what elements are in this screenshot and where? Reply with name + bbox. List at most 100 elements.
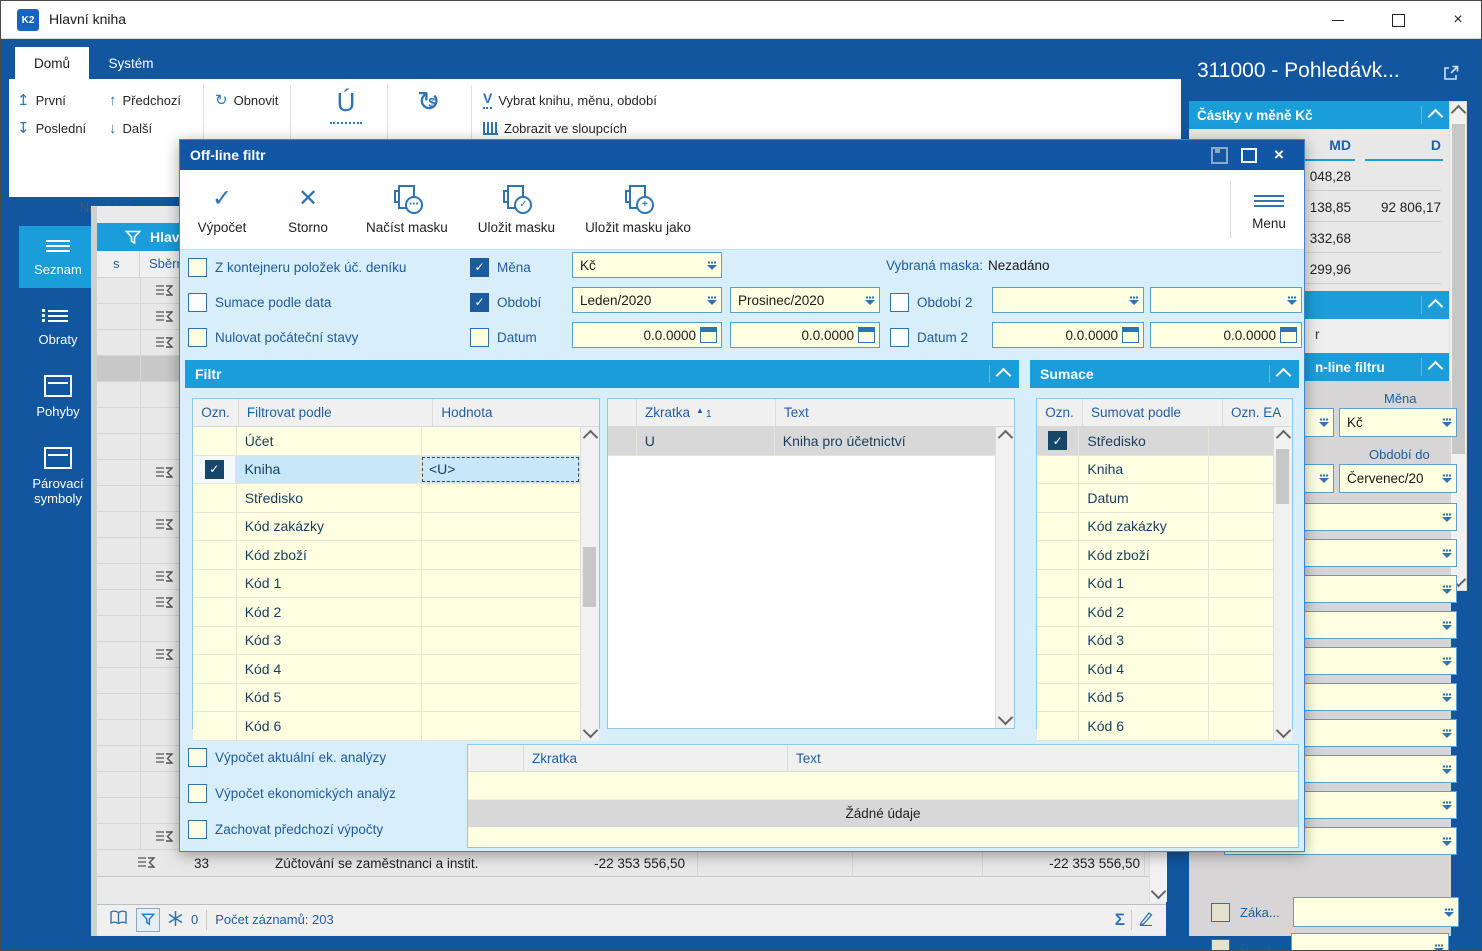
- collapse-chevron-icon[interactable]: [1428, 299, 1444, 315]
- grid-bottom-row[interactable]: 33 Zúčtování se zaměstnanci a instit. -2…: [97, 850, 1166, 877]
- collapse-chevron-icon[interactable]: [1428, 109, 1444, 125]
- ozn-cell[interactable]: [1037, 513, 1079, 541]
- ozn-ea-cell[interactable]: [1209, 570, 1273, 598]
- refresh-button[interactable]: ↻Obnovit: [215, 89, 278, 111]
- tab-home[interactable]: Domů: [15, 47, 89, 79]
- filter-row[interactable]: Kód 1: [193, 570, 580, 599]
- summation-row[interactable]: Kód zakázky: [1037, 513, 1273, 542]
- summation-row[interactable]: Kniha: [1037, 456, 1273, 485]
- ozn-ea-cell[interactable]: [1209, 513, 1273, 541]
- table-scrollbar[interactable]: [1273, 427, 1292, 741]
- customer-checkbox[interactable]: [1211, 903, 1230, 922]
- option-container-journal[interactable]: Z kontejneru položek úč. deníku: [188, 254, 406, 280]
- sum-by-cell[interactable]: Kód 4: [1079, 655, 1209, 683]
- summation-row[interactable]: Kód 3: [1037, 627, 1273, 656]
- currency-combo[interactable]: Kč: [1339, 408, 1457, 437]
- period2-to-combo[interactable]: [1150, 287, 1302, 313]
- summation-row[interactable]: Kód zboží: [1037, 541, 1273, 570]
- ozn-cell[interactable]: [1037, 684, 1079, 712]
- journal-checkbox[interactable]: [188, 258, 207, 277]
- sum-by-cell[interactable]: Kód zakázky: [1079, 513, 1209, 541]
- date2-option[interactable]: Datum 2: [890, 324, 968, 350]
- filter-row[interactable]: Účet: [193, 427, 580, 456]
- summation-row[interactable]: ✓Středisko: [1037, 427, 1273, 456]
- filter-row[interactable]: Kód 6: [193, 712, 580, 741]
- tab-system[interactable]: Systém: [89, 47, 173, 79]
- currency-combo[interactable]: Kč: [572, 252, 722, 278]
- calendar-icon[interactable]: [858, 327, 875, 343]
- ozn-cell[interactable]: [193, 712, 237, 740]
- ozn-ea-cell[interactable]: [1209, 684, 1273, 712]
- collapse-chevron-icon[interactable]: [1276, 368, 1292, 384]
- filter-by-cell[interactable]: Kód 3: [237, 627, 422, 655]
- currency-refresh-button[interactable]: ↻$: [417, 87, 447, 117]
- table-scrollbar[interactable]: [580, 427, 599, 741]
- ozn-cell[interactable]: [1037, 570, 1079, 598]
- scroll-thumb[interactable]: [1452, 124, 1465, 454]
- ozn-ea-cell[interactable]: [1209, 655, 1273, 683]
- sidebar-item-parovaci-symboly[interactable]: Párovací symboly: [19, 436, 97, 516]
- accounting-button[interactable]: Ú: [324, 87, 368, 124]
- scroll-down-arrow[interactable]: [1150, 884, 1167, 902]
- ozn-cell[interactable]: [193, 541, 237, 569]
- ozn-cell[interactable]: [1037, 712, 1079, 740]
- ozn-ea-cell[interactable]: [1209, 541, 1273, 569]
- date2-checkbox[interactable]: [890, 328, 909, 347]
- selector-cell[interactable]: [608, 427, 637, 455]
- ozn-cell[interactable]: [193, 655, 237, 683]
- ozn-cell[interactable]: [193, 570, 237, 598]
- dialog-close-button[interactable]: ×: [1264, 140, 1294, 170]
- column-header-ozn[interactable]: Ozn.: [1037, 399, 1083, 426]
- ozn-cell[interactable]: [193, 684, 237, 712]
- date-from-field[interactable]: 0.0.0000: [572, 322, 722, 348]
- current-analysis-checkbox[interactable]: [188, 748, 207, 767]
- filter-row[interactable]: Kód 3: [193, 627, 580, 656]
- option-economic-analysis[interactable]: Výpočet ekonomických analýz: [188, 780, 396, 806]
- summation-row[interactable]: Kód 5: [1037, 684, 1273, 713]
- filter-row[interactable]: Kód 2: [193, 598, 580, 627]
- filter-by-cell[interactable]: Kód 6: [237, 712, 422, 740]
- sum-by-cell[interactable]: Kód 1: [1079, 570, 1209, 598]
- filter-by-cell[interactable]: Kód 2: [237, 598, 422, 626]
- ozn-cell[interactable]: [1037, 484, 1079, 512]
- space-checkbox[interactable]: [1211, 939, 1230, 951]
- scroll-up-arrow[interactable]: [1450, 102, 1466, 120]
- external-link-icon[interactable]: [1443, 65, 1459, 86]
- ozn-cell[interactable]: ✓: [1037, 427, 1079, 455]
- filter-row[interactable]: Středisko: [193, 484, 580, 513]
- value-cell[interactable]: [422, 684, 580, 712]
- zkratka-cell[interactable]: U: [637, 427, 775, 455]
- summation-row[interactable]: Kód 4: [1037, 655, 1273, 684]
- checkbox-checked-icon[interactable]: ✓: [205, 460, 224, 479]
- ozn-ea-cell[interactable]: [1209, 598, 1273, 626]
- economic-analysis-checkbox[interactable]: [188, 784, 207, 803]
- table-scrollbar[interactable]: [995, 427, 1014, 728]
- period2-checkbox[interactable]: [890, 293, 909, 312]
- date2-to-field[interactable]: 0.0.0000: [1150, 322, 1302, 348]
- ozn-cell[interactable]: [193, 598, 237, 626]
- filter-by-cell[interactable]: Kód 1: [237, 570, 422, 598]
- filter-by-cell[interactable]: Kód zakázky: [237, 513, 422, 541]
- summation-row[interactable]: Kód 6: [1037, 712, 1273, 741]
- column-header-zkratka[interactable]: Zkratka▲1: [637, 399, 776, 426]
- period-to-combo[interactable]: Červenec/20: [1339, 464, 1457, 493]
- date-to-field[interactable]: 0.0.0000: [730, 322, 880, 348]
- select-book-button[interactable]: VVybrat knihu, měnu, období: [483, 89, 657, 111]
- scroll-down-arrow[interactable]: [1274, 723, 1292, 741]
- sum-by-cell[interactable]: Kód 6: [1079, 712, 1209, 740]
- value-cell[interactable]: [422, 570, 580, 598]
- column-header-md[interactable]: MD: [1329, 137, 1351, 153]
- zero-balance-checkbox[interactable]: [188, 328, 207, 347]
- ozn-cell[interactable]: [193, 627, 237, 655]
- filter-by-cell[interactable]: Kód 4: [237, 655, 422, 683]
- scroll-down-arrow[interactable]: [996, 710, 1014, 728]
- option-container-date-sum[interactable]: Sumace podle data: [188, 289, 331, 315]
- filter-table-header[interactable]: Ozn. Filtrovat podle Hodnota: [193, 399, 599, 427]
- period-to-combo[interactable]: Prosinec/2020: [730, 287, 880, 313]
- column-header-text[interactable]: Text: [776, 399, 998, 426]
- period-from-combo[interactable]: Leden/2020: [572, 287, 722, 313]
- space-combo[interactable]: [1291, 933, 1449, 951]
- filter-by-cell[interactable]: Kód 5: [237, 684, 422, 712]
- ozn-cell[interactable]: [193, 484, 237, 512]
- sum-icon[interactable]: Σ: [1115, 910, 1125, 930]
